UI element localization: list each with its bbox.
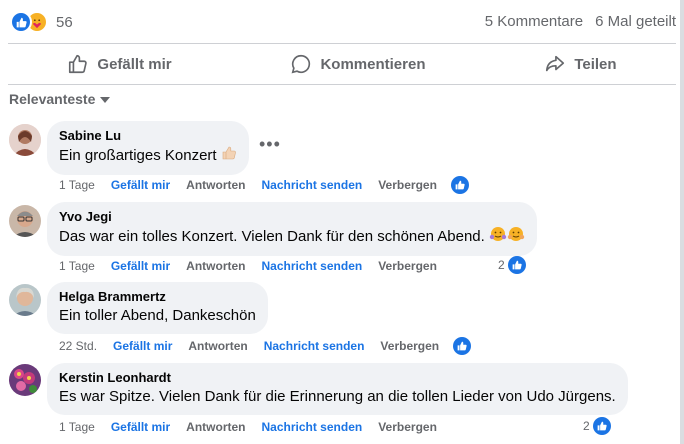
like-reaction-icon xyxy=(10,11,32,33)
comment-message-link[interactable]: Nachricht senden xyxy=(264,339,365,353)
avatar[interactable] xyxy=(9,124,41,156)
caret-down-icon xyxy=(100,97,111,103)
hugging-face-emoji-icon xyxy=(507,226,525,248)
comment-reply-link[interactable]: Antworten xyxy=(186,178,245,192)
comment-bubble: Kerstin Leonhardt Es war Spitze. Vielen … xyxy=(47,363,628,415)
avatar[interactable] xyxy=(9,205,41,237)
comment-like-link[interactable]: Gefällt mir xyxy=(111,420,170,434)
like-button-label: Gefällt mir xyxy=(97,55,172,73)
more-options-icon[interactable]: ••• xyxy=(259,134,281,155)
thumbs-up-icon xyxy=(69,54,88,74)
thumbs-up-emoji-icon xyxy=(221,145,237,167)
avatar[interactable] xyxy=(9,284,41,316)
reaction-summary[interactable]: 56 xyxy=(10,11,73,33)
comment-time[interactable]: 1 Tage xyxy=(59,259,95,273)
comment-sort-dropdown[interactable]: Relevanteste xyxy=(9,91,111,107)
comment-author[interactable]: Kerstin Leonhardt xyxy=(59,370,616,386)
comment-meta: 1 Tage Gefällt mir Antworten Nachricht s… xyxy=(59,178,453,192)
comment-like-link[interactable]: Gefällt mir xyxy=(111,178,170,192)
comment-reply-link[interactable]: Antworten xyxy=(186,420,245,434)
comment-hide-link[interactable]: Verbergen xyxy=(378,259,437,273)
comment-time[interactable]: 1 Tage xyxy=(59,420,95,434)
reaction-count[interactable]: 56 xyxy=(56,14,73,31)
comment-reply-link[interactable]: Antworten xyxy=(188,339,247,353)
comment-time[interactable]: 22 Std. xyxy=(59,339,97,353)
comment-like-badge-icon[interactable] xyxy=(451,176,469,194)
comment-message-link[interactable]: Nachricht senden xyxy=(262,178,363,192)
comment-like-link[interactable]: Gefällt mir xyxy=(111,259,170,273)
comment-text: Ein großartiges Konzert xyxy=(59,146,217,164)
post-action-bar: Gefällt mir Kommentieren Teilen xyxy=(8,44,676,84)
comment-message-link[interactable]: Nachricht senden xyxy=(262,420,363,434)
comment-meta: 1 Tage Gefällt mir Antworten Nachricht s… xyxy=(59,259,453,273)
comment-bubble: Yvo Jegi Das war ein tolles Konzert. Vie… xyxy=(47,202,537,256)
comment-button[interactable]: Kommentieren xyxy=(270,53,445,75)
comment-bubble: Helga Brammertz Ein toller Abend, Dankes… xyxy=(47,282,268,334)
share-button-label: Teilen xyxy=(574,55,617,73)
comment-hide-link[interactable]: Verbergen xyxy=(380,339,439,353)
like-badge-icon xyxy=(507,256,526,274)
divider xyxy=(8,84,676,85)
like-button[interactable]: Gefällt mir xyxy=(47,53,191,75)
sort-label: Relevanteste xyxy=(9,91,96,107)
comment-hide-link[interactable]: Verbergen xyxy=(378,420,437,434)
comment-author[interactable]: Yvo Jegi xyxy=(59,209,525,225)
comment-message-link[interactable]: Nachricht senden xyxy=(262,259,363,273)
comment-reply-link[interactable]: Antworten xyxy=(186,259,245,273)
comment-text: Es war Spitze. Vielen Dank für die Erinn… xyxy=(59,388,616,405)
post-stats: 5 Kommentare 6 Mal geteilt xyxy=(485,13,676,30)
comment-meta: 1 Tage Gefällt mir Antworten Nachricht s… xyxy=(59,420,453,434)
comment-like-link[interactable]: Gefällt mir xyxy=(113,339,172,353)
comment-like-badge-icon[interactable] xyxy=(453,337,471,355)
comment-author[interactable]: Sabine Lu xyxy=(59,128,237,144)
comment-like-count[interactable]: 2 xyxy=(498,256,526,274)
comment-author[interactable]: Helga Brammertz xyxy=(59,289,256,305)
comment-button-label: Kommentieren xyxy=(320,55,426,73)
scrollbar[interactable] xyxy=(680,0,684,444)
like-count-value: 2 xyxy=(498,258,505,272)
share-button[interactable]: Teilen xyxy=(524,53,636,75)
comment-time[interactable]: 1 Tage xyxy=(59,178,95,192)
comment-hide-link[interactable]: Verbergen xyxy=(378,178,437,192)
comment-text: Das war ein tolles Konzert. Vielen Dank … xyxy=(59,227,485,245)
share-arrow-icon xyxy=(546,55,565,72)
comments-count[interactable]: 5 Kommentare xyxy=(485,13,583,30)
comment-bubble: Sabine Lu Ein großartiges Konzert xyxy=(47,121,249,175)
like-count-value: 2 xyxy=(583,419,590,433)
like-badge-icon xyxy=(592,417,611,435)
comment-text: Ein toller Abend, Dankeschön xyxy=(59,307,256,324)
hugging-face-emoji-icon xyxy=(489,226,507,248)
comment-like-count[interactable]: 2 xyxy=(583,417,611,435)
shares-count[interactable]: 6 Mal geteilt xyxy=(595,13,676,30)
avatar[interactable] xyxy=(9,364,41,396)
comment-bubble-icon xyxy=(292,54,311,74)
comment-meta: 22 Std. Gefällt mir Antworten Nachricht … xyxy=(59,339,455,353)
